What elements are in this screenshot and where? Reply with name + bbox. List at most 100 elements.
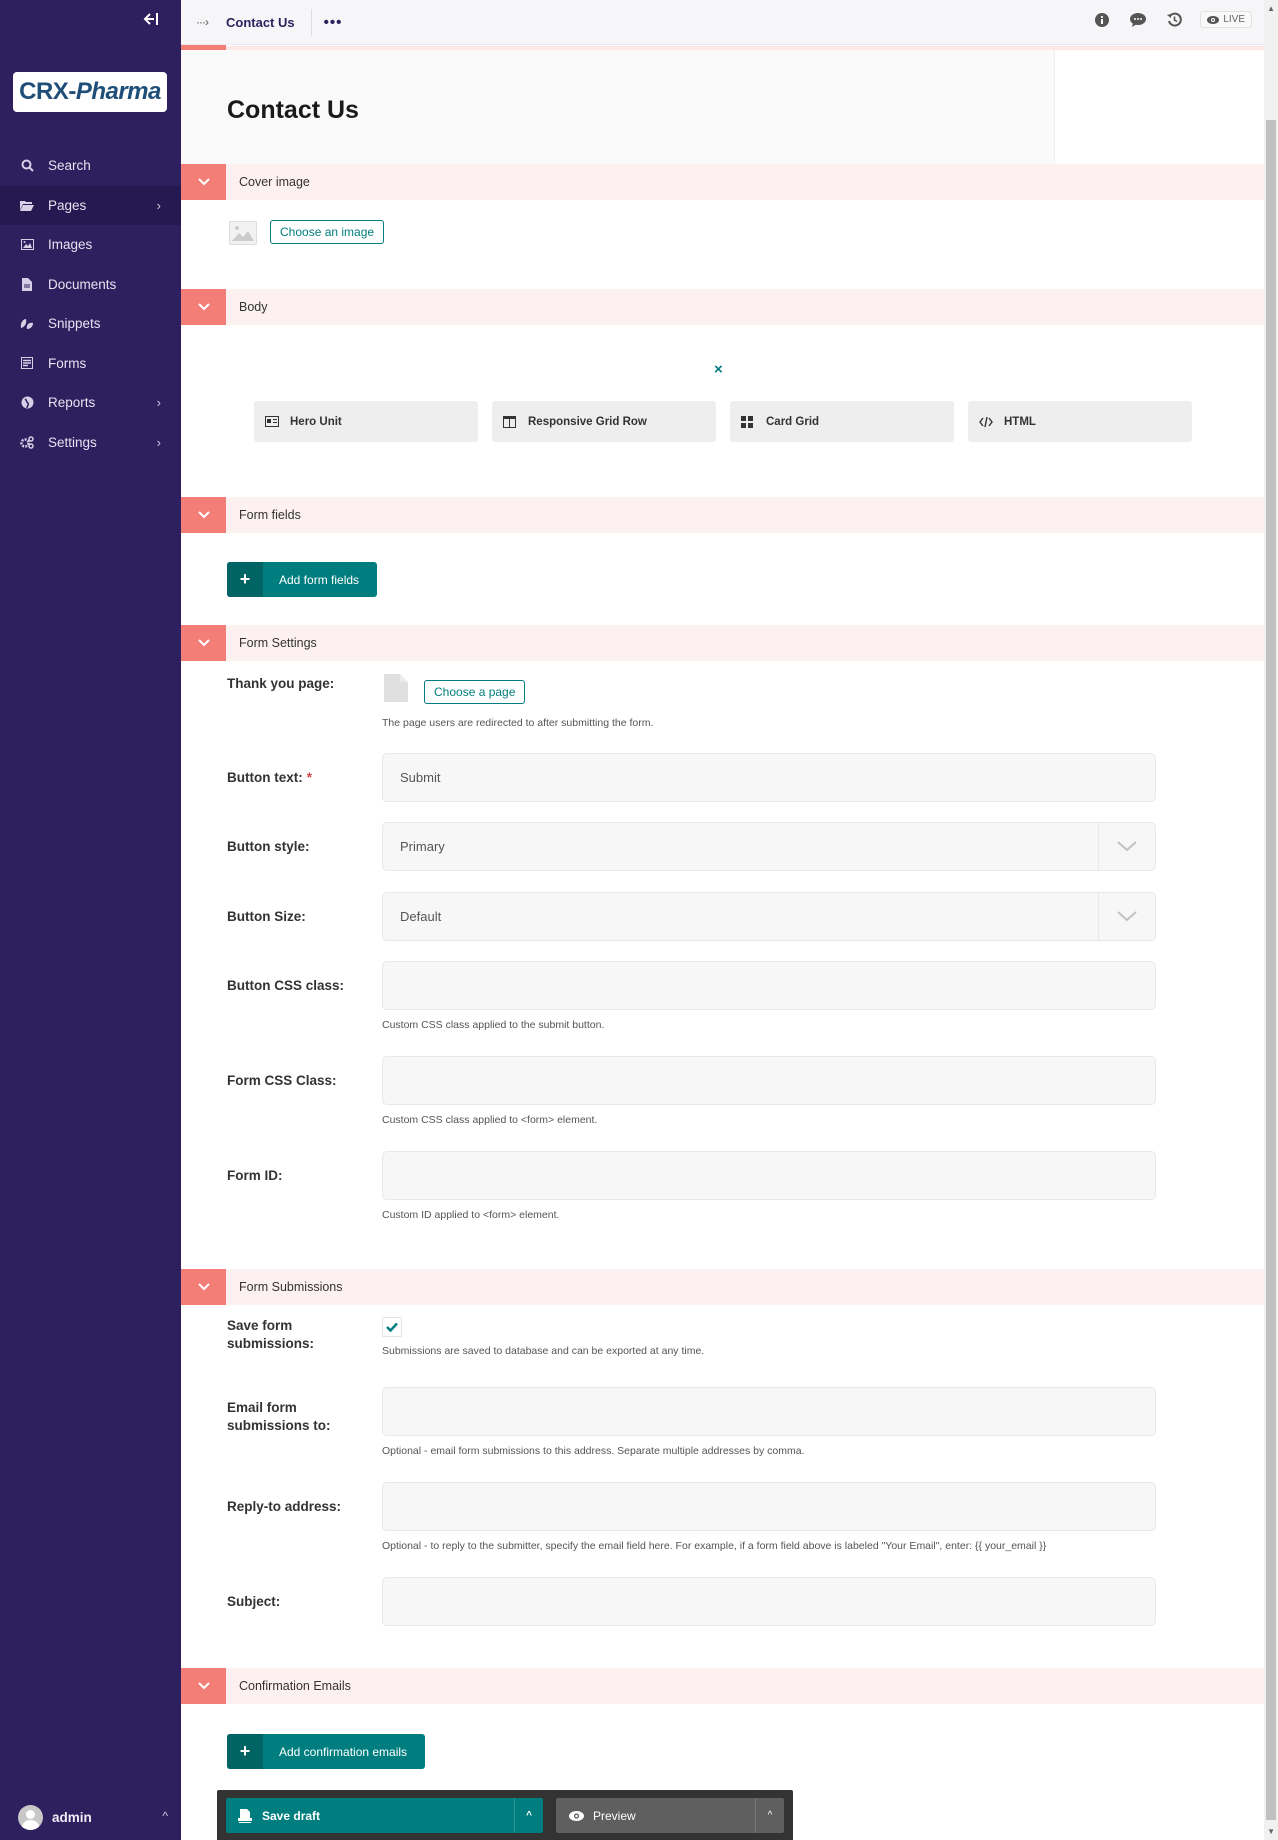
- preview-button[interactable]: Preview ^: [556, 1798, 784, 1833]
- scroll-up-arrow-icon[interactable]: ▲: [1267, 4, 1275, 13]
- section-toggle-button[interactable]: [181, 1269, 226, 1305]
- body-streamfield: × Hero Unit Responsive Grid Row Card Gri…: [181, 325, 1264, 497]
- logo-text-a: CRX-: [19, 78, 76, 105]
- eye-icon: [1207, 15, 1220, 24]
- section-title: Confirmation Emails: [239, 1679, 351, 1693]
- button-css-class-input[interactable]: [382, 961, 1156, 1010]
- choose-image-button[interactable]: Choose an image: [270, 220, 385, 244]
- block-hero-unit[interactable]: Hero Unit: [254, 401, 478, 442]
- subject-input[interactable]: [382, 1577, 1156, 1626]
- reply-to-label: Reply-to address:: [227, 1499, 342, 1514]
- logo-text-b: Pharma: [75, 78, 162, 105]
- choose-page-button[interactable]: Choose a page: [424, 680, 526, 704]
- save-draft-button[interactable]: Save draft ^: [226, 1798, 543, 1833]
- sidebar: CRX- Pharma Search Pages › Images Documen…: [0, 0, 181, 1840]
- thank-you-page-help: The page users are redirected to after s…: [382, 717, 654, 729]
- comments-icon[interactable]: [1130, 12, 1147, 28]
- scroll-down-arrow-icon[interactable]: ▼: [1267, 1827, 1275, 1836]
- page-title: Contact Us: [227, 96, 359, 124]
- block-label: HTML: [1004, 415, 1036, 428]
- block-responsive-grid-row[interactable]: Responsive Grid Row: [492, 401, 716, 442]
- top-bar: ···› Contact Us ••• LIVE: [181, 0, 1264, 45]
- sidebar-item-label: Search: [48, 158, 91, 174]
- section-toggle-button[interactable]: [181, 164, 226, 200]
- select-value: Primary: [400, 839, 445, 854]
- preview-options-toggle[interactable]: ^: [755, 1798, 784, 1833]
- cover-image-body: Choose an image: [181, 200, 1264, 289]
- sidebar-item-images[interactable]: Images: [0, 225, 181, 265]
- save-submissions-help: Submissions are saved to database and ca…: [382, 1345, 705, 1357]
- sidebar-item-documents[interactable]: Documents: [0, 265, 181, 305]
- section-toggle-button[interactable]: [181, 497, 226, 533]
- scrollbar-thumb[interactable]: [1266, 120, 1276, 1820]
- form-icon: [20, 356, 34, 370]
- block-label: Responsive Grid Row: [528, 415, 647, 428]
- button-text-input[interactable]: Submit: [382, 753, 1156, 802]
- section-toggle-button[interactable]: [181, 1668, 226, 1704]
- button-text-label: Button text: *: [227, 769, 312, 787]
- email-to-input[interactable]: [382, 1387, 1156, 1436]
- document-icon: [20, 277, 34, 291]
- label-line: submissions to:: [227, 1418, 331, 1433]
- plus-icon: +: [227, 1734, 263, 1769]
- section-title: Form fields: [239, 508, 301, 522]
- button-style-label: Button style:: [227, 839, 310, 854]
- folder-open-icon: [20, 198, 34, 212]
- block-label: Card Grid: [766, 415, 820, 428]
- chevron-down-icon: [197, 303, 210, 311]
- chevron-down-icon: [197, 178, 210, 186]
- section-form-submissions: Form Submissions: [181, 1269, 1264, 1305]
- sidebar-item-search[interactable]: Search: [0, 146, 181, 186]
- button-style-select[interactable]: Primary: [382, 822, 1156, 871]
- info-icon[interactable]: [1094, 12, 1110, 28]
- sidebar-item-label: Pages: [48, 197, 87, 213]
- section-toggle-button[interactable]: [181, 289, 226, 325]
- block-card-grid[interactable]: Card Grid: [730, 401, 954, 442]
- save-submissions-checkbox[interactable]: [382, 1317, 402, 1337]
- code-icon: [979, 416, 993, 427]
- user-menu[interactable]: admin ^: [18, 1805, 168, 1830]
- close-block-picker-button[interactable]: ×: [714, 361, 723, 378]
- save-options-toggle[interactable]: ^: [514, 1798, 543, 1833]
- form-css-class-input[interactable]: [382, 1056, 1156, 1105]
- sidebar-item-forms[interactable]: Forms: [0, 344, 181, 384]
- reply-to-input[interactable]: [382, 1482, 1156, 1531]
- section-body: Body: [181, 289, 1264, 325]
- image-icon: [20, 238, 34, 252]
- subject-label: Subject:: [227, 1594, 281, 1609]
- chevron-down-icon: [1098, 893, 1155, 940]
- form-css-class-help: Custom CSS class applied to <form> eleme…: [382, 1114, 598, 1126]
- add-confirmation-emails-button[interactable]: + Add confirmation emails: [227, 1734, 426, 1769]
- label-line: submissions:: [227, 1336, 315, 1351]
- section-confirmation-emails: Confirmation Emails: [181, 1668, 1264, 1704]
- sidebar-item-reports[interactable]: Reports ›: [0, 383, 181, 423]
- sidebar-nav: Search Pages › Images Documents Snippets…: [0, 146, 181, 462]
- form-id-input[interactable]: [382, 1151, 1156, 1200]
- sidebar-item-snippets[interactable]: Snippets: [0, 304, 181, 344]
- more-actions-button[interactable]: •••: [324, 14, 343, 31]
- button-size-select[interactable]: Default: [382, 892, 1156, 941]
- section-toggle-button[interactable]: [181, 625, 226, 661]
- logo[interactable]: CRX- Pharma: [13, 72, 167, 112]
- chevron-down-icon: [197, 1682, 210, 1690]
- cogs-icon: [20, 435, 34, 449]
- block-html[interactable]: HTML: [968, 401, 1192, 442]
- collapse-sidebar-button[interactable]: [143, 12, 161, 32]
- grid-icon: [741, 415, 755, 428]
- section-title: Cover image: [239, 175, 310, 189]
- sidebar-item-pages[interactable]: Pages ›: [0, 185, 181, 225]
- breadcrumb-current[interactable]: Contact Us: [226, 15, 295, 30]
- button-label: Add form fields: [279, 572, 360, 587]
- sidebar-item-settings[interactable]: Settings ›: [0, 423, 181, 463]
- history-icon[interactable]: [1166, 12, 1182, 28]
- page-scrollbar[interactable]: ▲ ▼: [1264, 0, 1278, 1840]
- block-label: Hero Unit: [290, 415, 342, 428]
- live-status-button[interactable]: LIVE: [1200, 11, 1252, 28]
- breadcrumb-expand-icon[interactable]: ···›: [196, 15, 209, 29]
- label-text: Button text:: [227, 770, 303, 785]
- divider: [310, 8, 312, 36]
- checkmark-icon: [386, 1322, 398, 1332]
- add-form-fields-button[interactable]: + Add form fields: [227, 562, 378, 597]
- label-line: Email form: [227, 1400, 297, 1415]
- sidebar-item-label: Documents: [48, 276, 117, 292]
